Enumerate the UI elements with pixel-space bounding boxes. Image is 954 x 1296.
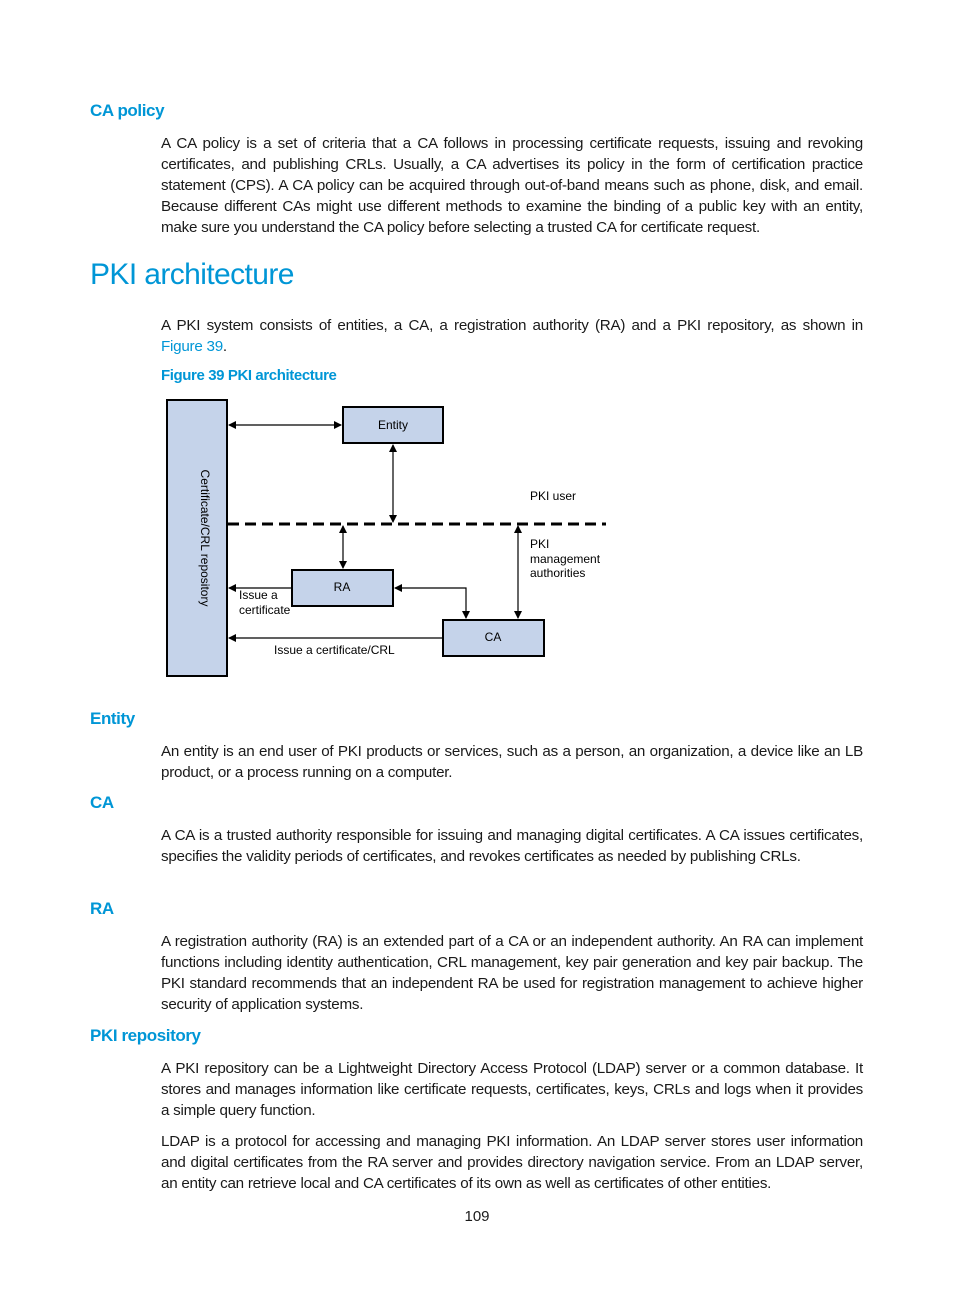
pki-mgmt-label-line3: authorities — [530, 566, 585, 580]
entity-label: Entity — [378, 418, 408, 432]
paragraph-ca: A CA is a trusted authority responsible … — [161, 827, 863, 865]
pki-architecture-diagram: Certificate/CRL repository Entity RA CA … — [166, 399, 606, 677]
heading-pki-repository: PKI repository — [90, 1026, 201, 1045]
issue-cert-crl-label: Issue a certificate/CRL — [274, 643, 395, 657]
pki-mgmt-label-line2: management — [530, 552, 601, 566]
ca-label: CA — [485, 630, 502, 644]
repository-box — [166, 399, 228, 677]
paragraph-entity: An entity is an end user of PKI products… — [161, 743, 863, 781]
page-number: 109 — [464, 1208, 490, 1225]
arrow-ca-ra — [394, 584, 470, 619]
paragraph-pki-repository-2: LDAP is a protocol for accessing and man… — [161, 1133, 863, 1192]
repository-label: Certificate/CRL repository — [198, 470, 212, 607]
issue-cert-label-line1: Issue a — [239, 588, 278, 602]
pki-user-label: PKI user — [530, 489, 576, 503]
issue-cert-label-line2: certificate — [239, 603, 291, 617]
pki-mgmt-label-line1: PKI — [530, 537, 549, 551]
ra-label: RA — [334, 580, 351, 594]
paragraph-pki-repository-1: A PKI repository can be a Lightweight Di… — [161, 1060, 863, 1119]
paragraph-ra: A registration authority (RA) is an exte… — [161, 933, 863, 1013]
heading-entity: Entity — [90, 709, 135, 728]
heading-ra: RA — [90, 899, 114, 918]
heading-ca: CA — [90, 793, 114, 812]
